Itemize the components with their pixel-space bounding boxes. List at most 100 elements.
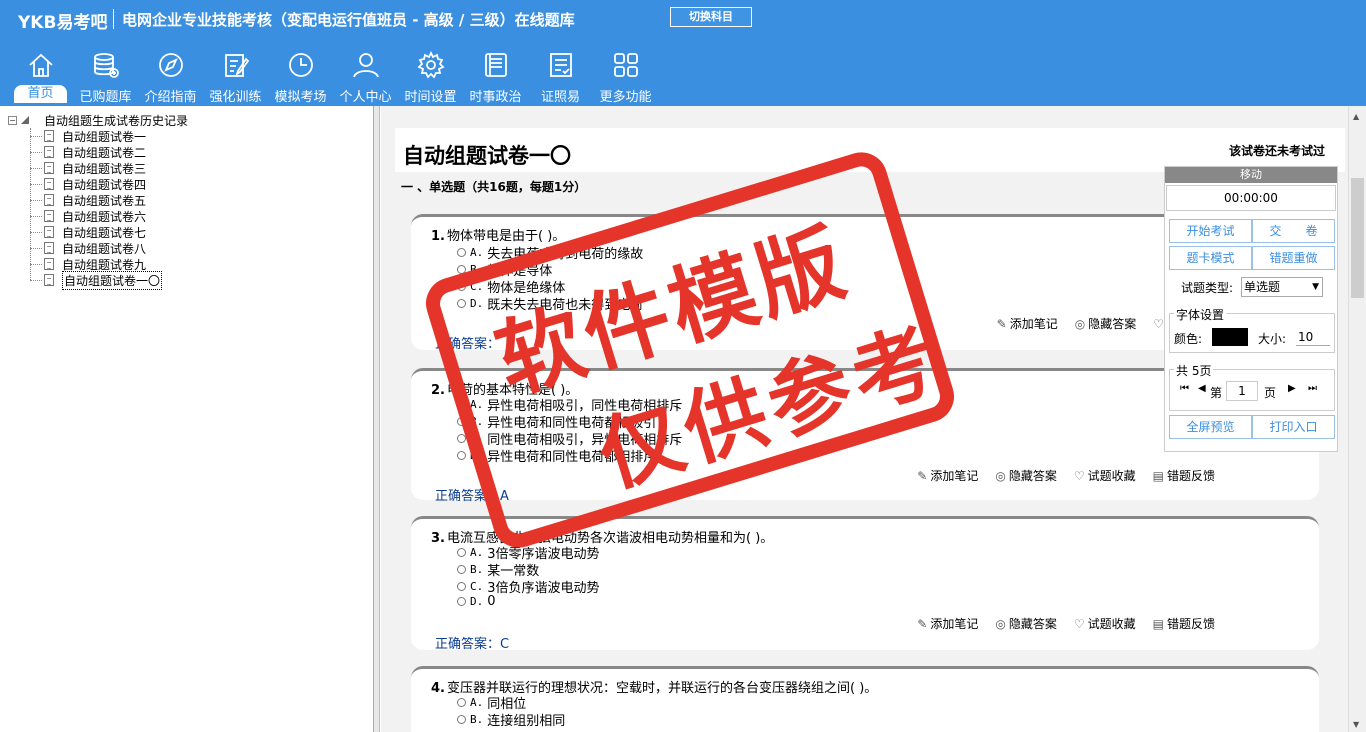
scroll-up-icon[interactable]: ▲ bbox=[1353, 112, 1359, 121]
option-d[interactable]: D. 异性电荷和同性电荷都相排斥 bbox=[457, 446, 656, 465]
switch-subject-button[interactable]: 切换科目 bbox=[670, 7, 752, 27]
option-d[interactable]: D. 0 bbox=[457, 594, 496, 609]
nav-item-time-settings[interactable]: 时间设置 bbox=[398, 48, 463, 106]
question-card: 4. 变压器并联运行的理想状况：空载时，并联运行的各台变压器绕组之间( )。 A.… bbox=[411, 666, 1319, 732]
tree-item-paper-1[interactable]: 自动组题试卷一 bbox=[29, 128, 188, 144]
tree-item-paper-6[interactable]: 自动组题试卷六 bbox=[29, 208, 188, 224]
radio-button[interactable] bbox=[457, 548, 466, 557]
nav-item-more[interactable]: 更多功能 bbox=[593, 48, 658, 106]
radio-button[interactable] bbox=[457, 698, 466, 707]
tree-item-paper-8[interactable]: 自动组题试卷八 bbox=[29, 240, 188, 256]
option-letter: C. bbox=[470, 280, 484, 293]
answer-label: 正确答案： bbox=[435, 337, 501, 352]
nav-label: 介绍指南 bbox=[144, 90, 197, 105]
nav-item-home[interactable]: 首页 bbox=[8, 48, 73, 106]
fullscreen-preview-button[interactable]: 全屏预览 bbox=[1169, 415, 1252, 439]
redo-wrong-button[interactable]: 错题重做 bbox=[1252, 246, 1335, 270]
nav-item-purchased[interactable]: 已购题库 bbox=[73, 48, 138, 106]
radio-button[interactable] bbox=[457, 400, 466, 409]
radio-button[interactable] bbox=[457, 248, 466, 257]
question-type-label: 试题类型: bbox=[1181, 280, 1234, 295]
hide-answer-button[interactable]: ◎ 隐藏答案 bbox=[1075, 315, 1137, 332]
folder-icon bbox=[21, 116, 29, 124]
print-button[interactable]: 打印入口 bbox=[1252, 415, 1335, 439]
radio-button[interactable] bbox=[457, 715, 466, 724]
tree-item-paper-4[interactable]: 自动组题试卷四 bbox=[29, 176, 188, 192]
radio-button[interactable] bbox=[457, 282, 466, 291]
tree-item-paper-3[interactable]: 自动组题试卷三 bbox=[29, 160, 188, 176]
radio-button[interactable] bbox=[457, 417, 466, 426]
radio-button[interactable] bbox=[457, 299, 466, 308]
error-feedback-button[interactable]: ▤ 错题反馈 bbox=[1153, 615, 1215, 632]
main-nav: 首页 已购题库 介绍指南 强化训练 模拟考场 个人中心 时间设置 时事政治 证照… bbox=[8, 48, 658, 106]
radio-button[interactable] bbox=[457, 565, 466, 574]
add-note-button[interactable]: ✎ 添加笔记 bbox=[917, 467, 978, 484]
scrollbar-thumb[interactable] bbox=[1351, 178, 1364, 298]
radio-button[interactable] bbox=[457, 451, 466, 460]
tree-item-paper-5[interactable]: 自动组题试卷五 bbox=[29, 192, 188, 208]
eye-off-icon: ◎ bbox=[1074, 316, 1086, 331]
nav-item-politics[interactable]: 时事政治 bbox=[463, 48, 528, 106]
tree-item-label: 自动组题试卷四 bbox=[62, 177, 147, 192]
nav-item-profile[interactable]: 个人中心 bbox=[333, 48, 398, 106]
document-icon bbox=[44, 226, 54, 238]
tree-item-label: 自动组题试卷三 bbox=[62, 161, 147, 176]
radio-button[interactable] bbox=[457, 597, 466, 606]
heart-icon: ♡ bbox=[1153, 316, 1164, 331]
scroll-down-icon[interactable]: ▼ bbox=[1353, 720, 1359, 729]
action-label: 隐藏答案 bbox=[1008, 617, 1057, 631]
next-page-icon[interactable]: ▶ bbox=[1288, 383, 1296, 394]
font-color-picker[interactable] bbox=[1212, 328, 1248, 346]
exam-timer: 00:00:00 bbox=[1166, 185, 1336, 211]
grid-icon bbox=[613, 53, 638, 77]
tree-item-paper-7[interactable]: 自动组题试卷七 bbox=[29, 224, 188, 240]
card-mode-button[interactable]: 题卡模式 bbox=[1169, 246, 1252, 270]
section-title: 一 、单选题（共16题，每题1分） bbox=[401, 180, 587, 194]
add-note-button[interactable]: ✎ 添加笔记 bbox=[997, 315, 1058, 332]
option-b[interactable]: B. 连接组别相同 bbox=[457, 710, 565, 729]
page-number-input[interactable]: 1 bbox=[1226, 381, 1258, 401]
favorite-button[interactable]: ♡试题收藏 bbox=[1074, 615, 1136, 632]
radio-button[interactable] bbox=[457, 582, 466, 591]
panel-splitter[interactable] bbox=[374, 106, 380, 732]
tree-item-label: 自动组题试卷五 bbox=[62, 193, 147, 208]
question-text: 1. 物体带电是由于( )。 bbox=[431, 225, 565, 244]
option-letter: B. bbox=[470, 415, 484, 428]
question-actions: ✎ 添加笔记 ◎ 隐藏答案 ♡ 试题收藏 ▤ 错题反馈 bbox=[900, 615, 1215, 632]
action-label: 错题反馈 bbox=[1166, 469, 1215, 483]
start-exam-button[interactable]: 开始考试 bbox=[1169, 219, 1252, 243]
first-page-icon[interactable]: ⏮ bbox=[1180, 383, 1189, 394]
collapse-icon[interactable]: − bbox=[8, 115, 17, 125]
question-type-select[interactable]: 单选题 bbox=[1241, 277, 1324, 297]
hide-answer-button[interactable]: ◎ 隐藏答案 bbox=[995, 467, 1057, 484]
font-size-input[interactable]: 10 bbox=[1296, 328, 1330, 346]
last-page-icon[interactable]: ⏭ bbox=[1308, 383, 1317, 394]
vertical-scrollbar[interactable]: ▲ ▼ bbox=[1348, 106, 1366, 732]
nav-item-mock-exam[interactable]: 模拟考场 bbox=[268, 48, 333, 106]
error-feedback-button[interactable]: ▤ 错题反馈 bbox=[1153, 467, 1215, 484]
action-label: 添加笔记 bbox=[1009, 317, 1058, 331]
home-icon bbox=[28, 53, 53, 77]
prev-page-icon[interactable]: ◀ bbox=[1198, 383, 1206, 394]
clock-icon bbox=[288, 53, 313, 77]
radio-button[interactable] bbox=[457, 265, 466, 274]
favorite-button[interactable]: ♡试题收藏 bbox=[1074, 467, 1136, 484]
radio-button[interactable] bbox=[457, 434, 466, 443]
nav-item-training[interactable]: 强化训练 bbox=[203, 48, 268, 106]
size-label: 大小: bbox=[1258, 332, 1287, 346]
submit-paper-button[interactable]: 交 卷 bbox=[1252, 219, 1335, 243]
move-handle[interactable]: 移动 bbox=[1165, 167, 1337, 183]
hide-answer-button[interactable]: ◎ 隐藏答案 bbox=[995, 615, 1057, 632]
tree-item-paper-2[interactable]: 自动组题试卷二 bbox=[29, 144, 188, 160]
action-label: 试题收藏 bbox=[1087, 469, 1136, 483]
option-letter: D. bbox=[470, 595, 484, 608]
header-bar: YKB易考吧 电网企业专业技能考核（变配电运行值班员 - 高级 / 三级）在线题… bbox=[0, 0, 1366, 106]
tree-item-paper-10[interactable]: 自动组题试卷一〇 bbox=[29, 270, 188, 290]
tree-root[interactable]: − 自动组题生成试卷历史记录 bbox=[8, 112, 188, 128]
nav-item-certificate[interactable]: 证照易 bbox=[528, 48, 593, 106]
nav-item-guide[interactable]: 介绍指南 bbox=[138, 48, 203, 106]
color-label: 颜色: bbox=[1174, 332, 1203, 346]
pagination: 共 5页 ⏮ ◀ 第 1 页 ▶ ⏭ bbox=[1169, 362, 1335, 411]
add-note-button[interactable]: ✎ 添加笔记 bbox=[917, 615, 978, 632]
option-d[interactable]: D. 既未失去电荷也未得到电荷 bbox=[457, 294, 643, 313]
